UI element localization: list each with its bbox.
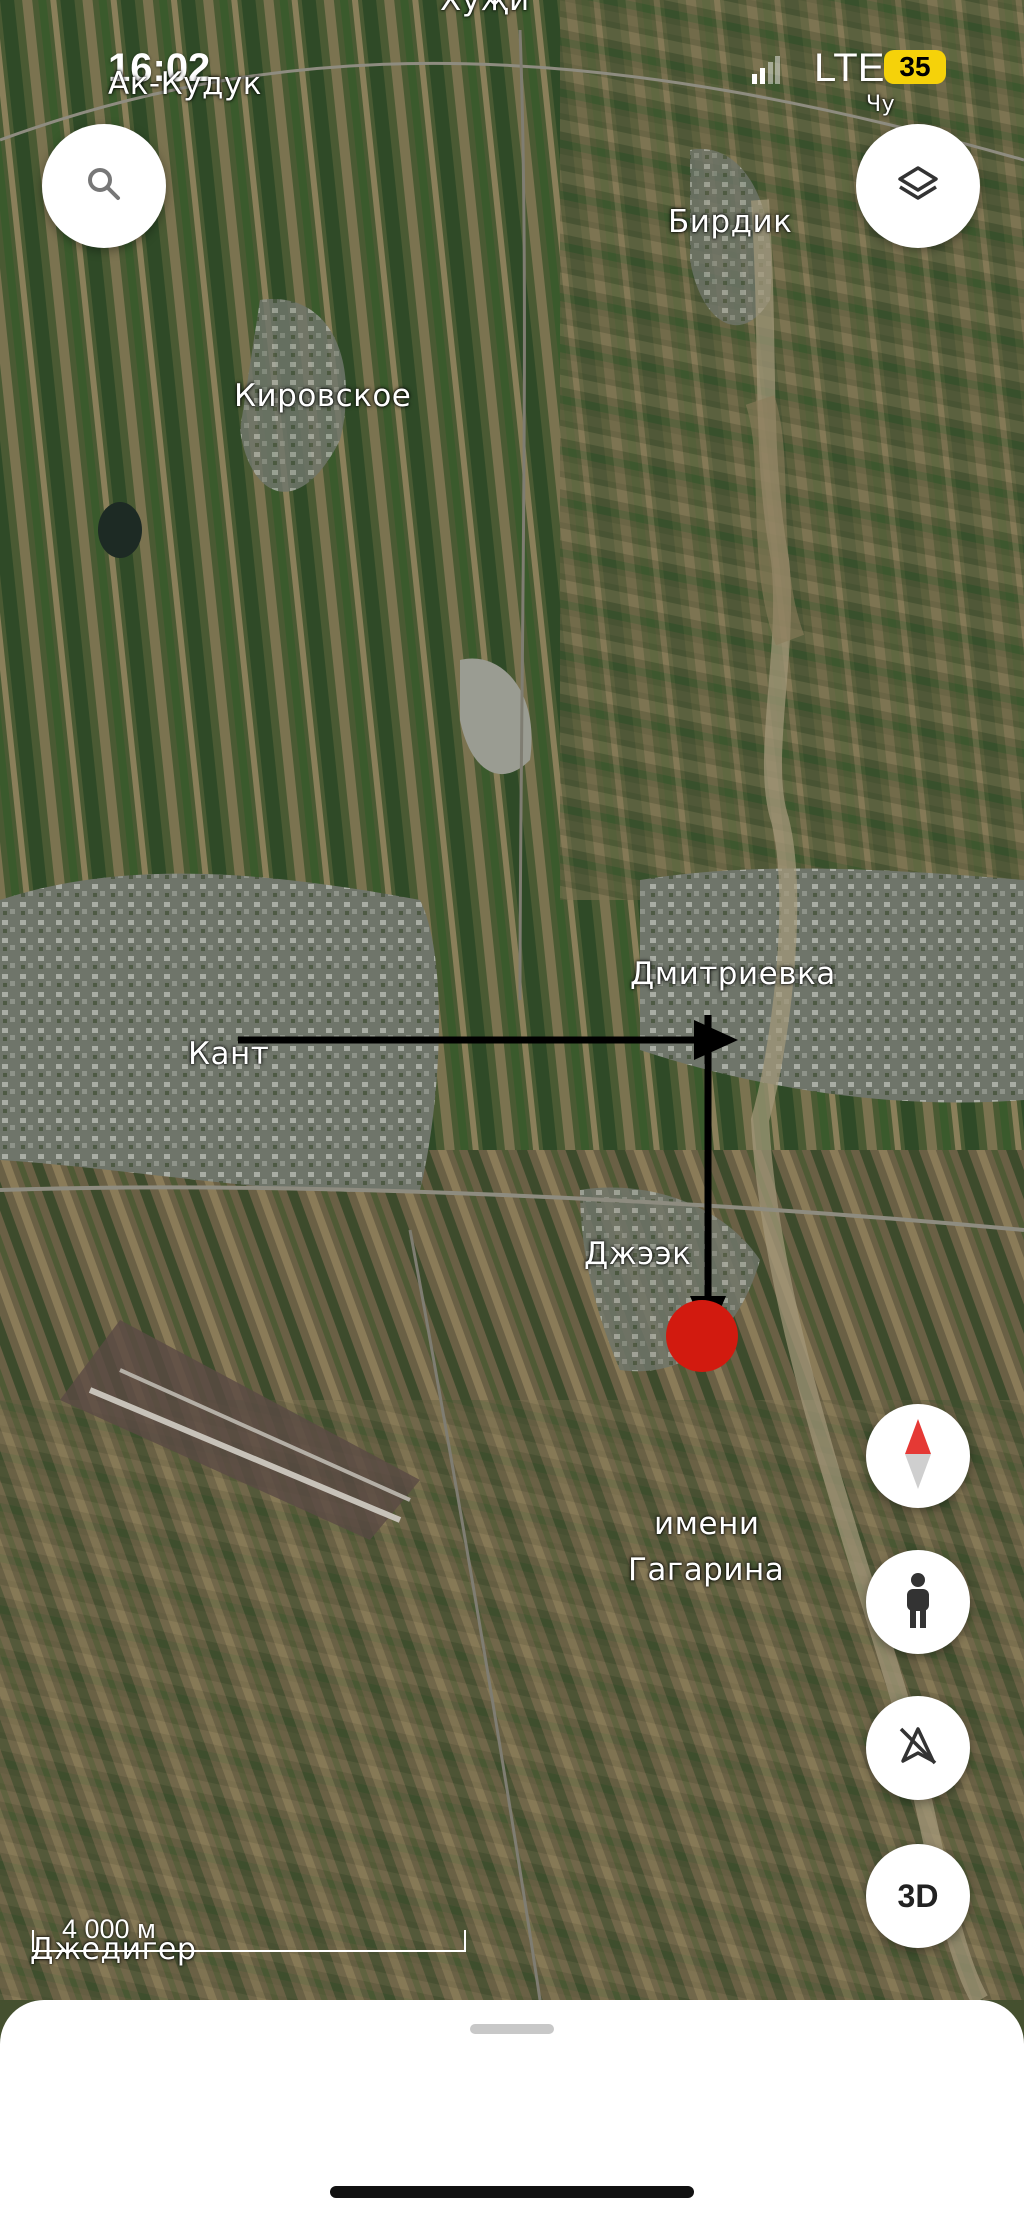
scale-bar xyxy=(32,1930,466,1952)
horizontal-arrowhead xyxy=(694,1020,738,1060)
home-indicator xyxy=(330,2186,694,2198)
3d-label: 3D xyxy=(897,1877,939,1914)
layers-icon xyxy=(896,162,940,211)
location-off-icon xyxy=(895,1723,941,1774)
compass-icon xyxy=(903,1418,933,1494)
compass-button[interactable] xyxy=(866,1404,970,1508)
location-button[interactable] xyxy=(866,1696,970,1800)
sheet-drag-handle[interactable] xyxy=(470,2024,554,2034)
bottom-sheet[interactable] xyxy=(0,2000,1024,2216)
location-marker xyxy=(666,1300,738,1372)
search-icon xyxy=(84,164,124,209)
layers-button[interactable] xyxy=(856,124,980,248)
street-view-button[interactable] xyxy=(866,1550,970,1654)
3d-toggle-button[interactable]: 3D xyxy=(866,1844,970,1948)
search-button[interactable] xyxy=(42,124,166,248)
pegman-icon xyxy=(901,1572,935,1633)
